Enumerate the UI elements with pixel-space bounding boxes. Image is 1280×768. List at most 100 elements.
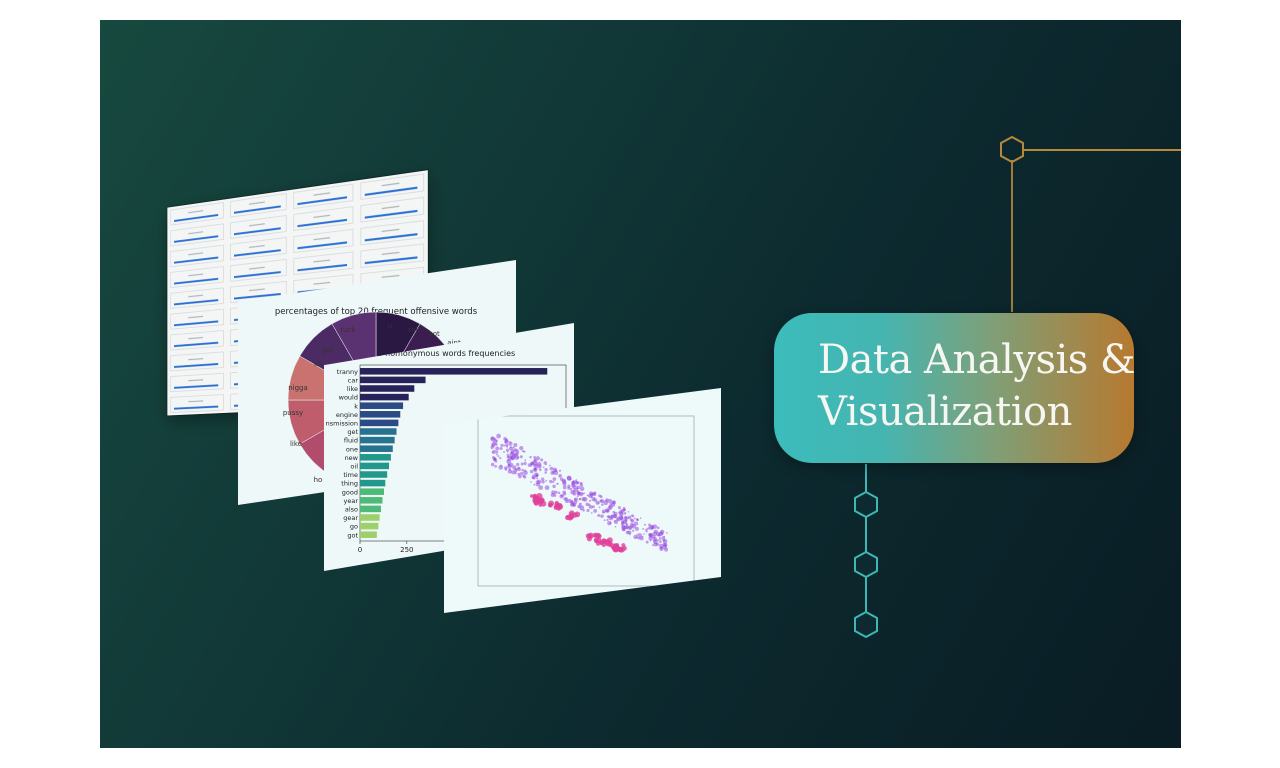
scatter-point: [517, 456, 519, 458]
scatter-point: [573, 504, 576, 507]
scatter-point: [533, 456, 536, 459]
scatter-point: [545, 485, 550, 490]
scatter-point: [541, 480, 544, 483]
scatter-point: [549, 465, 551, 467]
mini-chart-caption: [382, 276, 400, 278]
scatter-point: [550, 467, 554, 471]
scatter-point: [600, 514, 604, 518]
scatter-point: [624, 512, 627, 515]
mini-chart-frame: [294, 252, 353, 275]
bar-mark: [360, 377, 426, 384]
mini-chart-caption: [382, 206, 400, 208]
scatter-point-dense: [548, 503, 553, 508]
scatter-point: [640, 517, 642, 519]
scatter-point: [608, 499, 612, 503]
scatter-point: [621, 521, 624, 524]
scatter-point: [586, 509, 589, 512]
scatter-point: [653, 539, 658, 544]
scatter-point: [660, 531, 663, 534]
bar-category-label: k: [354, 402, 358, 410]
scatter-point: [523, 475, 526, 478]
bar-category-label: tranny: [337, 368, 358, 376]
mini-chart-caption: [313, 193, 330, 195]
scatter-point: [560, 478, 563, 481]
mini-chart-caption: [382, 229, 400, 231]
bar-mark: [360, 402, 403, 409]
mini-chart-caption: [188, 380, 203, 381]
scatter-point: [510, 452, 514, 456]
scatter-point: [565, 500, 568, 503]
scatter-point: [601, 503, 604, 506]
scatter-point: [517, 451, 519, 453]
scatter-point: [510, 457, 514, 461]
scatter-point: [574, 498, 578, 502]
pie-label: got: [428, 330, 440, 338]
scatter-point: [545, 480, 547, 482]
scatter-point: [644, 524, 646, 526]
mini-chart-bar: [174, 279, 218, 284]
pie-label: shit: [408, 326, 421, 334]
scatter-point: [552, 485, 555, 488]
scatter-point-dense: [570, 512, 573, 515]
scatter-point: [494, 443, 496, 445]
scatter-point: [495, 460, 498, 463]
bar-category-label: would: [339, 394, 358, 402]
scatter-point: [509, 463, 513, 467]
mini-chart-frame: [230, 259, 286, 281]
scatter-point: [517, 473, 520, 476]
title-pill: Data Analysis & Visualization: [774, 313, 1134, 463]
mini-chart-caption: [249, 267, 265, 269]
scatter-point: [604, 519, 606, 521]
scatter-point: [549, 480, 552, 483]
scatter-point: [491, 444, 494, 447]
scatter-point: [496, 451, 498, 453]
bar-category-label: go: [350, 523, 358, 531]
scatter-point: [651, 527, 653, 529]
pie-label: ho: [314, 476, 323, 484]
scatter-point: [591, 496, 593, 498]
scatter-point: [579, 503, 582, 506]
pie-label: nigga: [288, 384, 308, 392]
scatter-point-dense: [619, 547, 625, 553]
scatter-point: [609, 505, 613, 509]
mini-chart-caption: [188, 295, 203, 296]
scatter-point: [624, 518, 627, 521]
mini-chart-frame: [171, 395, 224, 413]
scatter-point: [646, 541, 649, 544]
mini-chart-frame: [171, 373, 224, 391]
mini-chart-bar: [234, 272, 281, 277]
bar-category-label: one: [346, 445, 358, 453]
scatter-point: [580, 482, 583, 485]
scatter-point: [645, 529, 647, 531]
mini-chart-bar: [174, 300, 218, 304]
scatter-point: [567, 476, 572, 481]
mini-chart-frame: [171, 245, 224, 267]
scatter-point: [657, 526, 660, 529]
scatter-point-dense: [596, 537, 602, 543]
scatter-point-dense: [612, 545, 618, 551]
scatter-point: [495, 446, 499, 450]
scatter-point: [541, 477, 544, 480]
scatter-point: [494, 465, 497, 468]
scatter-point: [666, 532, 668, 534]
scatter-point: [633, 535, 637, 539]
mini-chart-caption: [188, 253, 203, 255]
bar-category-label: like: [347, 385, 358, 393]
scatter-point: [630, 523, 634, 527]
bar-mark: [360, 428, 397, 435]
scatter-point: [592, 505, 595, 508]
mini-chart-caption: [188, 316, 203, 317]
mini-chart-bar: [234, 206, 281, 212]
scatter-point: [503, 445, 505, 447]
mini-chart-caption: [313, 215, 330, 217]
mini-chart-frame: [171, 224, 224, 246]
scatter-point: [619, 515, 624, 520]
scatter-point: [659, 537, 661, 539]
mini-chart-caption: [249, 246, 265, 248]
bar-category-label: get: [347, 428, 358, 436]
scatter-point-dense: [587, 536, 592, 541]
scatter-point: [553, 470, 558, 475]
scatter-point: [615, 526, 617, 528]
scatter-point-dense: [609, 544, 612, 547]
mini-chart-frame: [361, 221, 424, 245]
